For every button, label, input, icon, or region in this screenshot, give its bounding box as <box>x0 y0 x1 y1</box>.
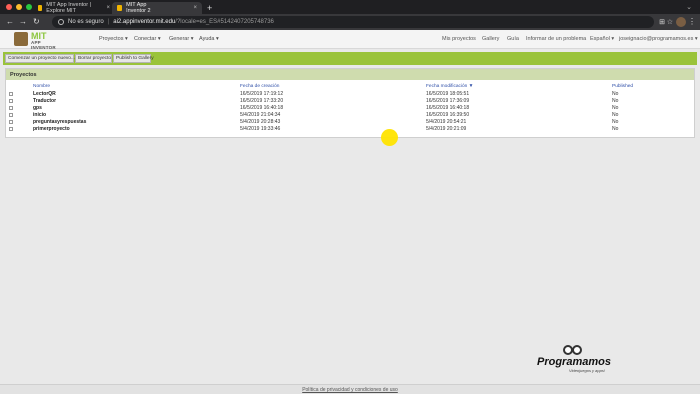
table-row[interactable]: LectorQR 16/5/2019 17:19:12 16/5/2019 18… <box>6 91 696 98</box>
table-row[interactable]: inicio 5/4/2019 21:04:34 16/5/2019 16:39… <box>6 112 696 119</box>
project-modified-date: 16/5/2019 16:40:18 <box>426 105 470 111</box>
row-checkbox[interactable] <box>9 120 13 124</box>
link-informar-problema[interactable]: Informar de un problema <box>526 36 586 42</box>
info-icon[interactable] <box>58 19 64 25</box>
row-checkbox[interactable] <box>9 106 13 110</box>
app-inventor-logo[interactable]: MIT APP INVENTOR <box>14 31 66 50</box>
project-created-date: 5/4/2019 20:28:43 <box>240 119 281 125</box>
profile-avatar[interactable] <box>676 17 686 27</box>
table-row[interactable]: preguntasyrespuestas 5/4/2019 20:28:43 5… <box>6 119 696 126</box>
browser-tab-bar: MIT App Inventor | Explore MIT × MIT App… <box>0 0 700 14</box>
projects-panel-title: Proyectos <box>6 69 694 80</box>
new-tab-button[interactable]: + <box>207 3 212 13</box>
page-footer: Política de privacidad y condiciones de … <box>0 384 700 394</box>
project-published: No <box>612 119 619 125</box>
row-checkbox[interactable] <box>9 92 13 96</box>
project-name[interactable]: LectorQR <box>33 91 56 97</box>
tab-close-icon[interactable]: × <box>193 5 197 11</box>
programamos-watermark: Programamos Videojuegos y apps! <box>535 340 615 375</box>
project-toolbar: Comenzar un proyecto nuevo... Borrar pro… <box>3 52 697 65</box>
logo-badge-icon <box>14 32 28 46</box>
column-header-modified[interactable]: Fecha modificación ▼ <box>426 84 473 89</box>
project-modified-date: 16/5/2019 17:36:09 <box>426 98 470 104</box>
table-row[interactable]: Traductor 16/5/2019 17:33:20 16/5/2019 1… <box>6 98 696 105</box>
link-mis-proyectos[interactable]: Mis proyectos <box>442 36 476 42</box>
project-published: No <box>612 112 619 118</box>
menu-ayuda[interactable]: Ayuda ▾ <box>199 36 219 42</box>
account-menu[interactable]: joseignacio@programamos.es ▾ <box>619 36 698 42</box>
address-bar[interactable]: No es seguro | ai2.appinventor.mit.edu /… <box>52 16 654 28</box>
tab-title: MIT App Inventor | Explore MIT <box>46 2 92 14</box>
menu-generar[interactable]: Generar ▾ <box>169 36 193 42</box>
project-name[interactable]: preguntasyrespuestas <box>33 119 86 125</box>
project-created-date: 5/4/2019 21:04:34 <box>240 112 281 118</box>
translate-icon[interactable]: ⊞ <box>659 18 665 26</box>
projects-panel: Proyectos Nombre Fecha de creación Fecha… <box>5 68 695 138</box>
delete-project-button[interactable]: Borrar proyecto <box>75 54 112 63</box>
project-published: No <box>612 126 619 132</box>
reload-button[interactable]: ↻ <box>33 17 40 26</box>
project-name[interactable]: Traductor <box>33 98 56 104</box>
watermark-brand: Programamos <box>537 356 611 368</box>
camera-icon <box>563 345 583 356</box>
row-checkbox[interactable] <box>9 99 13 103</box>
camera-lens-icon <box>572 345 582 355</box>
new-project-button[interactable]: Comenzar un proyecto nuevo... <box>5 54 75 63</box>
browser-toolbar: ← → ↻ No es seguro | ai2.appinventor.mit… <box>0 14 700 30</box>
watermark-tagline: Videojuegos y apps! <box>569 368 605 373</box>
project-modified-date: 16/5/2019 18:05:51 <box>426 91 470 97</box>
logo-subtitle: APP INVENTOR <box>31 40 56 50</box>
table-row[interactable]: primerproyecto 5/4/2019 19:33:46 5/4/201… <box>6 126 696 133</box>
project-name[interactable]: gps <box>33 105 42 111</box>
project-name[interactable]: primerproyecto <box>33 126 70 132</box>
menu-proyectos[interactable]: Proyectos ▾ <box>99 36 128 42</box>
project-created-date: 16/5/2019 17:33:20 <box>240 98 284 104</box>
separator: | <box>107 19 110 25</box>
project-modified-date: 5/4/2019 20:54:21 <box>426 119 467 125</box>
link-guia[interactable]: Guía <box>507 36 519 42</box>
row-checkbox[interactable] <box>9 127 13 131</box>
tab-favicon-icon <box>38 5 43 11</box>
project-published: No <box>612 91 619 97</box>
cursor-highlight <box>381 129 398 146</box>
privacy-terms-link[interactable]: Política de privacidad y condiciones de … <box>302 387 398 393</box>
project-modified-date: 16/5/2019 16:39:50 <box>426 112 470 118</box>
minimize-window-button[interactable] <box>16 4 22 10</box>
project-published: No <box>612 105 619 111</box>
project-created-date: 16/5/2019 16:40:18 <box>240 105 284 111</box>
project-published: No <box>612 98 619 104</box>
tab-title: MIT App Inventor 2 <box>126 2 151 14</box>
tab-app-inventor-2[interactable]: MIT App Inventor 2 × <box>112 2 202 14</box>
row-checkbox[interactable] <box>9 113 13 117</box>
project-name[interactable]: inicio <box>33 112 46 118</box>
column-header-name[interactable]: Nombre <box>33 84 50 89</box>
back-button[interactable]: ← <box>6 17 14 26</box>
link-gallery[interactable]: Gallery <box>482 36 499 42</box>
tab-close-icon[interactable]: × <box>106 5 110 11</box>
url-path: /?locale=es_ES#5142407205748736 <box>175 19 274 25</box>
project-created-date: 16/5/2019 17:19:12 <box>240 91 284 97</box>
project-created-date: 5/4/2019 19:33:46 <box>240 126 281 132</box>
project-modified-date: 5/4/2019 20:21:09 <box>426 126 467 132</box>
language-selector[interactable]: Español ▾ <box>590 36 614 42</box>
column-header-created[interactable]: Fecha de creación <box>240 84 279 89</box>
app-header: MIT APP INVENTOR Proyectos ▾ Conectar ▾ … <box>0 30 700 50</box>
kebab-menu-icon[interactable]: ⋮ <box>688 17 696 26</box>
window-controls <box>6 4 32 10</box>
column-header-published[interactable]: Published <box>612 84 633 89</box>
url-host: ai2.appinventor.mit.edu <box>113 19 176 25</box>
publish-to-gallery-button[interactable]: Publish to Gallery <box>113 54 154 63</box>
star-icon[interactable]: ☆ <box>667 18 673 26</box>
tab-favicon-icon <box>117 5 123 11</box>
maximize-window-button[interactable] <box>26 4 32 10</box>
forward-button[interactable]: → <box>19 17 27 26</box>
table-row[interactable]: gps 16/5/2019 16:40:18 16/5/2019 16:40:1… <box>6 105 696 112</box>
tab-explore-mit[interactable]: MIT App Inventor | Explore MIT × <box>33 2 115 14</box>
close-window-button[interactable] <box>6 4 12 10</box>
security-label: No es seguro <box>68 19 104 25</box>
menu-conectar[interactable]: Conectar ▾ <box>134 36 161 42</box>
tab-list-icon[interactable]: ⌄ <box>686 3 692 11</box>
